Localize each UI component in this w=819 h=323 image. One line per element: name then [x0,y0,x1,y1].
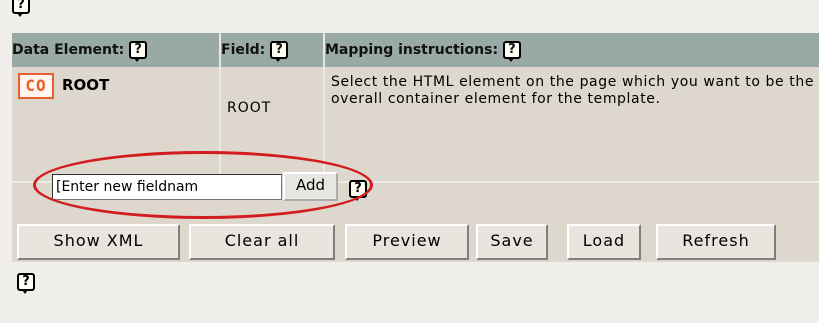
container-badge: CO [18,73,54,99]
load-button[interactable]: Load [567,224,641,260]
field-header: Field: ? [220,33,325,67]
clear-all-button[interactable]: Clear all [189,224,335,260]
refresh-button[interactable]: Refresh [656,224,776,260]
help-icon[interactable]: ? [270,41,289,62]
save-button[interactable]: Save [476,224,548,260]
table-header-row: Data Element: ? Field: ? Mapping instruc… [12,33,819,67]
help-icon[interactable]: ? [129,41,148,62]
highlight-oval [33,151,373,219]
data-element-header: Data Element: ? [12,33,221,67]
data-element-header-label: Data Element: [12,42,125,58]
help-icon[interactable]: ? [17,273,35,294]
help-icon[interactable]: ? [12,0,30,17]
mapping-instructions-header-label: Mapping instructions: [325,42,499,58]
element-name: ROOT [62,76,110,94]
preview-button[interactable]: Preview [345,224,469,260]
mapping-instructions-cell: Select the HTML element on the page whic… [324,67,819,182]
mapping-instructions-header: Mapping instructions: ? [324,33,819,67]
show-xml-button[interactable]: Show XML [17,224,180,260]
help-icon[interactable]: ? [502,41,521,62]
field-header-label: Field: [221,42,266,58]
